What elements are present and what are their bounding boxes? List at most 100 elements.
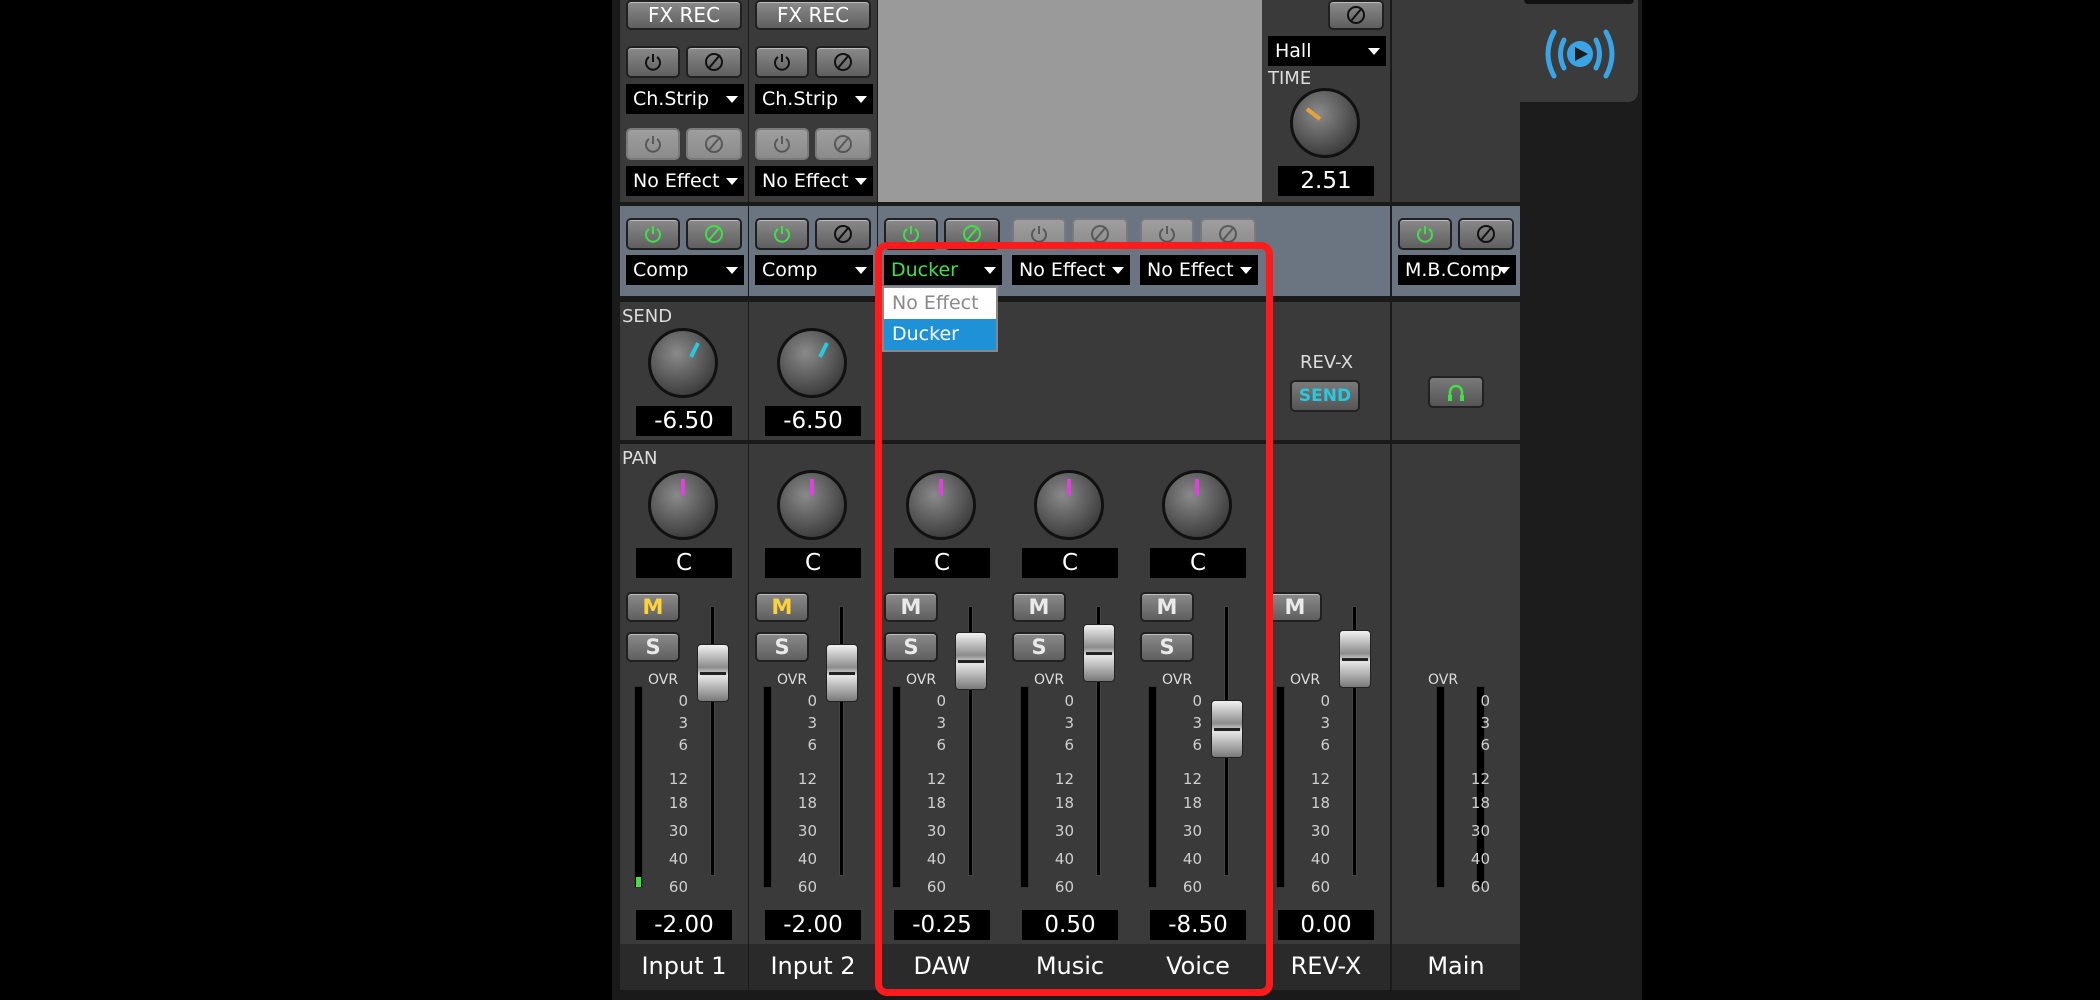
level-value: 0.00: [1278, 910, 1374, 940]
meter-scale-tick: 40: [1310, 850, 1330, 868]
chevron-down-icon: [855, 178, 867, 185]
edit-icon: [834, 225, 852, 243]
solo-button[interactable]: S: [755, 632, 809, 662]
time-knob[interactable]: [1290, 88, 1360, 158]
effect2-power-button[interactable]: [755, 128, 809, 160]
fx-rec-button[interactable]: FX REC: [755, 0, 871, 30]
ovr-label: OVR: [1290, 672, 1321, 688]
headphone-button[interactable]: [1428, 376, 1484, 408]
channel-name: Input 2: [749, 944, 877, 990]
reverb-send-button[interactable]: SEND: [1290, 380, 1360, 412]
meter-scale-tick: 30: [797, 822, 817, 840]
volume-fader[interactable]: [1339, 630, 1371, 688]
channel-name: Main: [1392, 944, 1520, 990]
reverb-type-select[interactable]: Hall: [1268, 36, 1386, 66]
effect1-power-button[interactable]: [755, 46, 809, 78]
pan-knob[interactable]: [777, 470, 847, 540]
pan-knob[interactable]: [648, 470, 718, 540]
send-knob[interactable]: [648, 328, 718, 398]
chevron-down-icon: [726, 267, 738, 274]
pan-value: C: [765, 548, 861, 578]
dynamics-select[interactable]: M.B.Comp: [1398, 255, 1516, 285]
power-icon: [774, 226, 790, 243]
main-top-section: [1392, 0, 1520, 202]
edit-icon: [1091, 225, 1109, 243]
power-icon: [645, 136, 661, 153]
sidebar-tab: [1524, 0, 1634, 4]
dynamics-edit-button[interactable]: [1458, 218, 1514, 250]
dynamics-section-empty: [1262, 206, 1390, 296]
mute-button[interactable]: M: [755, 592, 809, 622]
dynamics-select[interactable]: Comp: [755, 255, 873, 285]
meter-scale-tick: 12: [1310, 770, 1330, 788]
meter-scale-tick: 30: [1310, 822, 1330, 840]
insert-fx-section-empty: [878, 0, 1006, 202]
power-icon: [1031, 226, 1047, 243]
channel-name: Input 1: [620, 944, 748, 990]
effect1-select[interactable]: Ch.Strip: [626, 84, 744, 114]
meter-scale-tick: 18: [668, 794, 688, 812]
fx-rec-button[interactable]: FX REC: [626, 0, 742, 30]
effect1-edit-button[interactable]: [686, 46, 742, 78]
power-icon: [645, 54, 661, 71]
channel-name: REV-X: [1262, 944, 1390, 990]
effect2-edit-button[interactable]: [815, 128, 871, 160]
right-sidebar: [1520, 0, 1642, 1000]
solo-button[interactable]: S: [626, 632, 680, 662]
level-value: -2.00: [636, 910, 732, 940]
reverb-edit-button[interactable]: [1328, 0, 1384, 30]
meter-scale-tick: 3: [1480, 714, 1490, 732]
dynamics-power-button[interactable]: [755, 218, 809, 250]
effect2-edit-button[interactable]: [686, 128, 742, 160]
meter-scale-tick: 3: [807, 714, 817, 732]
channel-strip-input-2: FX REC Ch.Strip No Effect Comp -6.50 C M…: [749, 0, 877, 1000]
effect1-edit-button[interactable]: [815, 46, 871, 78]
chevron-down-icon: [855, 267, 867, 274]
power-icon: [774, 54, 790, 71]
meter-scale-tick: 0: [807, 692, 817, 710]
volume-fader[interactable]: [826, 644, 858, 702]
broadcast-icon[interactable]: [1540, 26, 1620, 82]
chevron-down-icon: [726, 178, 738, 185]
effect1-select[interactable]: Ch.Strip: [755, 84, 873, 114]
monitor-section: [1392, 302, 1520, 440]
effect2-select[interactable]: No Effect: [755, 166, 873, 196]
level-value: -2.00: [765, 910, 861, 940]
pan-value: C: [636, 548, 732, 578]
dynamics-select[interactable]: Comp: [626, 255, 744, 285]
headphone-icon: [1448, 384, 1464, 401]
mute-button[interactable]: M: [1268, 592, 1322, 622]
meter-scale-tick: 60: [797, 878, 817, 896]
send-knob[interactable]: [777, 328, 847, 398]
power-icon: [1159, 226, 1175, 243]
effect2-power-button[interactable]: [626, 128, 680, 160]
send-value: -6.50: [765, 406, 861, 436]
meter-scale-tick: 30: [1470, 822, 1490, 840]
volume-fader[interactable]: [697, 644, 729, 702]
meter-scale-tick: 18: [1470, 794, 1490, 812]
meter-scale-tick: 3: [678, 714, 688, 732]
meter-scale-tick: 12: [1470, 770, 1490, 788]
dynamics-edit-button[interactable]: [815, 218, 871, 250]
insert-fx-section-empty: [1134, 0, 1262, 202]
mixer-window: FX REC Ch.Strip No Effect Comp SEND -6.5…: [0, 0, 2100, 1000]
power-icon: [774, 136, 790, 153]
time-label: TIME: [1268, 68, 1312, 89]
effect1-power-button[interactable]: [626, 46, 680, 78]
send-value: -6.50: [636, 406, 732, 436]
level-meter: [634, 686, 643, 888]
meter-scale-tick: 30: [668, 822, 688, 840]
level-meter-left: [1436, 686, 1445, 888]
level-meter: [1276, 686, 1285, 888]
meter-scale-tick: 6: [807, 736, 817, 754]
edit-icon: [705, 225, 723, 243]
meter-scale-tick: 3: [1320, 714, 1330, 732]
channel-strip-input-1: FX REC Ch.Strip No Effect Comp SEND -6.5…: [620, 0, 748, 1000]
edit-icon: [1477, 225, 1495, 243]
effect2-select[interactable]: No Effect: [626, 166, 744, 196]
mute-button[interactable]: M: [626, 592, 680, 622]
edit-icon: [963, 225, 981, 243]
dynamics-power-button[interactable]: [626, 218, 680, 250]
dynamics-edit-button[interactable]: [686, 218, 742, 250]
dynamics-power-button[interactable]: [1398, 218, 1452, 250]
